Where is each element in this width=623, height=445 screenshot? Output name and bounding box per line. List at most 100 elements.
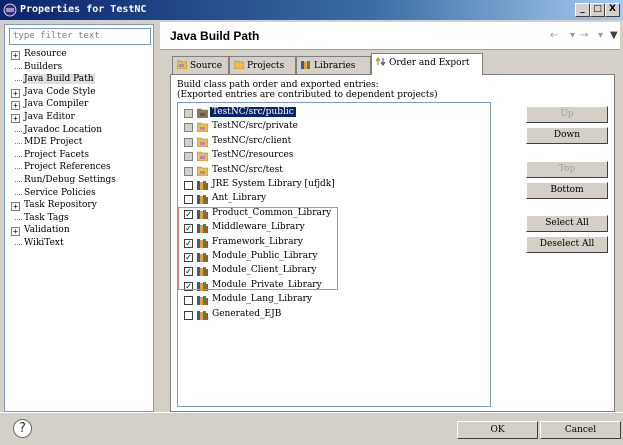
tab-order-and-export[interactable]: Order and Export	[371, 53, 483, 75]
description: Build class path order and exported entr…	[177, 80, 438, 100]
tree-connector	[15, 218, 22, 220]
forward-menu-icon[interactable]: ▾	[598, 30, 603, 41]
tree-item[interactable]: + Java Code Style	[9, 87, 151, 100]
libraries-icon	[301, 61, 310, 69]
ok-button[interactable]: OK	[457, 421, 538, 439]
expand-icon[interactable]: +	[11, 113, 20, 123]
tree-item[interactable]: WikiText	[9, 238, 151, 251]
forward-arrow-icon[interactable]: →	[580, 30, 588, 41]
down-button[interactable]: Down	[526, 127, 608, 144]
tree-connector	[15, 193, 22, 195]
tree-item-label: MDE Project	[24, 137, 83, 148]
view-menu-icon[interactable]: ▼	[610, 30, 618, 41]
classpath-entry-label: Ant_Library	[212, 193, 267, 204]
tree-item-label: Java Compiler	[24, 99, 89, 110]
export-checkbox[interactable]	[184, 109, 193, 118]
export-checkbox[interactable]	[184, 195, 193, 205]
top-button[interactable]: Top	[526, 161, 608, 178]
source-folder-icon	[196, 151, 209, 162]
filter-placeholder: type filter text	[13, 31, 100, 41]
deselect-all-button[interactable]: Deselect All	[526, 236, 608, 253]
tree-connector	[15, 168, 22, 170]
tree-connector	[15, 143, 22, 145]
expand-icon[interactable]: +	[11, 202, 20, 212]
bottom-button[interactable]: Bottom	[526, 182, 608, 199]
tree-item[interactable]: Project References	[9, 162, 151, 175]
tree-item-label: Java Code Style	[24, 86, 96, 97]
tab-projects[interactable]: Projects	[229, 56, 296, 74]
tree-item[interactable]: Project Facets	[9, 150, 151, 163]
tree-item[interactable]: Javadoc Location	[9, 125, 151, 138]
tree-item-label: Task Repository	[24, 200, 97, 211]
tree-item[interactable]: MDE Project	[9, 137, 151, 150]
tree-item[interactable]: Builders	[9, 62, 151, 75]
tree-connector	[15, 67, 22, 69]
property-page-tree-panel: type filter text + Resource Builders Java B…	[4, 24, 154, 412]
tree-item[interactable]: + Validation	[9, 225, 151, 238]
export-checkbox[interactable]	[184, 166, 193, 176]
library-icon	[197, 194, 208, 205]
window-title: Properties for TestNC	[20, 4, 147, 15]
source-folder-icon	[196, 122, 209, 133]
expand-icon[interactable]: +	[11, 51, 20, 60]
tree-item-label: Javadoc Location	[24, 124, 103, 135]
library-icon	[197, 310, 208, 320]
up-button[interactable]: Up	[526, 106, 608, 123]
source-folder-icon	[196, 137, 209, 148]
export-checkbox[interactable]	[184, 181, 193, 190]
tree-connector	[15, 243, 22, 245]
classpath-entry-label: TestNC/src/public	[210, 107, 296, 117]
tree-connector	[15, 80, 22, 82]
tree-item[interactable]: Java Build Path	[9, 74, 151, 87]
tree-item-label: Resource	[24, 49, 67, 59]
tree-item[interactable]: + Java Compiler	[9, 99, 151, 112]
tree-item-label: Run/Debug Settings	[24, 174, 116, 185]
tree-item-label: WikiText	[24, 237, 64, 248]
expand-icon[interactable]: +	[11, 227, 20, 237]
expand-icon[interactable]: +	[11, 101, 20, 111]
eclipse-app-icon	[3, 3, 17, 17]
source-folder-icon	[177, 60, 187, 69]
tree-item[interactable]: Run/Debug Settings	[9, 175, 151, 188]
close-button[interactable]: X	[605, 3, 620, 17]
tree-item[interactable]: + Java Editor	[9, 112, 151, 125]
help-icon[interactable]: ?	[13, 419, 32, 438]
maximize-button[interactable]: □	[590, 3, 605, 17]
minimize-button[interactable]: _	[575, 3, 590, 17]
property-tree: + Resource Builders Java Build Path + Java Co…	[9, 49, 151, 251]
tree-connector	[15, 130, 22, 132]
classpath-entry-label: Module_Lang_Library	[212, 294, 312, 305]
tab-libraries[interactable]: Libraries	[296, 56, 371, 74]
select-all-button[interactable]: Select All	[526, 215, 608, 232]
classpath-entry-label: JRE System Library [ufjdk]	[212, 179, 335, 189]
export-checkbox[interactable]	[184, 296, 193, 306]
cancel-button[interactable]: Cancel	[540, 421, 621, 439]
export-checkbox[interactable]	[184, 310, 193, 320]
panel-sash[interactable]	[156, 24, 159, 412]
export-checkbox[interactable]	[184, 137, 193, 147]
tree-item[interactable]: + Task Repository	[9, 200, 151, 213]
back-arrow-icon[interactable]: ←	[550, 30, 558, 41]
export-checkbox[interactable]	[184, 152, 193, 162]
export-checkbox[interactable]	[184, 123, 193, 133]
tree-item[interactable]: Service Policies	[9, 188, 151, 201]
tree-item-label: Java Build Path	[23, 74, 95, 85]
classpath-entry-label: Generated_EJB	[212, 308, 282, 319]
tree-connector	[15, 155, 22, 157]
tree-connector	[15, 180, 22, 182]
description-line-2: (Exported entries are contributed to dep…	[177, 90, 438, 100]
title-bar: Properties for TestNC _ □ X	[0, 0, 623, 20]
projects-folder-icon	[234, 60, 244, 69]
back-menu-icon[interactable]: ▾	[570, 30, 575, 41]
classpath-entry-label: TestNC/src/client	[212, 135, 292, 146]
description-line-1: Build class path order and exported entr…	[177, 80, 379, 90]
library-icon	[197, 180, 208, 190]
tree-item-label: Task Tags	[24, 212, 69, 223]
tree-item[interactable]: + Resource	[9, 49, 151, 62]
expand-icon[interactable]: +	[11, 88, 20, 98]
tree-item-label: Builders	[24, 61, 63, 72]
tree-item[interactable]: Task Tags	[9, 213, 151, 226]
filter-input[interactable]: type filter text	[9, 28, 151, 45]
classpath-entry-label: TestNC/resources	[212, 150, 294, 161]
tab-source[interactable]: Source	[172, 56, 229, 74]
